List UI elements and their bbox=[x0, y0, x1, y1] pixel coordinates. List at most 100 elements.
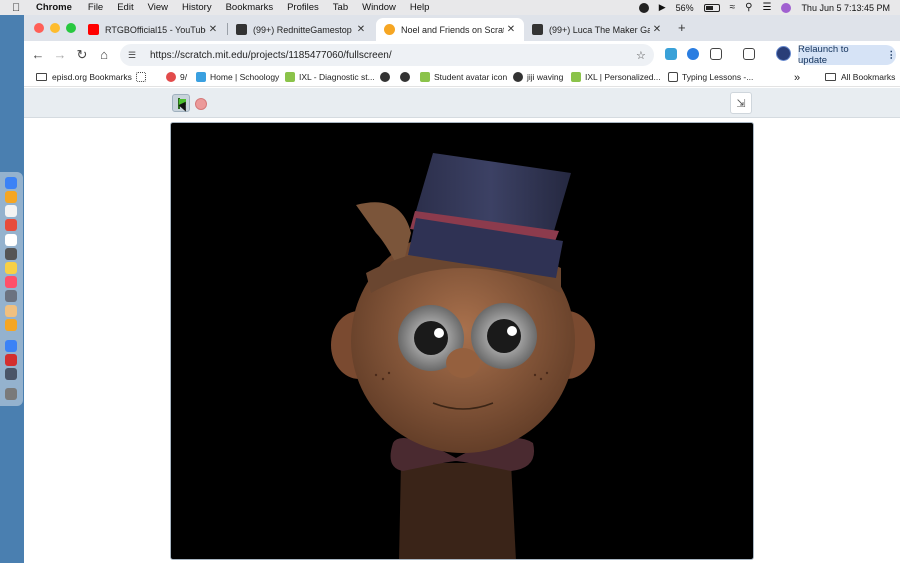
character-right-pupil bbox=[487, 319, 521, 353]
bookmark-label: IXL - Diagnostic st... bbox=[299, 72, 375, 82]
relaunch-label: Relaunch to update bbox=[798, 44, 849, 66]
menu-profiles[interactable]: Profiles bbox=[287, 2, 319, 13]
menubar-clock[interactable]: Thu Jun 5 7:13:45 PM bbox=[801, 3, 890, 13]
character-left-pupil bbox=[414, 321, 448, 355]
window-controls bbox=[34, 23, 76, 33]
stop-button[interactable] bbox=[195, 98, 207, 110]
more-bookmarks-chevron-icon[interactable]: » bbox=[794, 72, 800, 84]
close-window-button[interactable] bbox=[34, 23, 44, 33]
tab-luca[interactable]: (99+) Luca The Maker Games ✕ bbox=[524, 18, 670, 41]
menu-tab[interactable]: Tab bbox=[333, 2, 348, 13]
apps-grid-icon bbox=[136, 72, 146, 82]
status-area: ▶ 56% ≈ ⚲ ☰ Thu Jun 5 7:13:45 PM bbox=[638, 0, 890, 15]
close-tab-icon[interactable]: ✕ bbox=[354, 24, 368, 35]
tab-title: RTGBOfficial15 - YouTube bbox=[105, 24, 206, 35]
bookmark-label: jiji waving bbox=[527, 72, 564, 82]
menu-window[interactable]: Window bbox=[362, 2, 396, 13]
dock-app-icon[interactable] bbox=[5, 205, 17, 217]
extension-icon[interactable] bbox=[665, 48, 677, 60]
stage-canvas bbox=[331, 153, 595, 559]
all-bookmarks-label: All Bookmarks bbox=[841, 72, 896, 82]
bookmark-schoology[interactable]: Home | Schoology bbox=[196, 72, 279, 82]
globe-icon bbox=[400, 72, 410, 82]
home-icon[interactable]: ⌂ bbox=[96, 47, 112, 62]
close-tab-icon[interactable]: ✕ bbox=[504, 24, 518, 35]
youtube-icon bbox=[88, 24, 99, 35]
tab-title: (99+) Luca The Maker Games bbox=[549, 24, 650, 35]
scratch-stage[interactable] bbox=[170, 122, 754, 560]
scratch-player-controls: ⇲ bbox=[24, 88, 900, 118]
menu-bookmarks[interactable]: Bookmarks bbox=[226, 2, 274, 13]
schoology-icon bbox=[196, 72, 206, 82]
profile-avatar[interactable] bbox=[776, 46, 791, 61]
record-icon[interactable] bbox=[638, 2, 649, 13]
exit-fullscreen-button[interactable]: ⇲ bbox=[730, 92, 752, 114]
siri-icon[interactable] bbox=[781, 2, 792, 13]
dock-app-icon[interactable] bbox=[5, 234, 17, 246]
play-icon[interactable]: ▶ bbox=[659, 2, 666, 13]
extension-icon[interactable] bbox=[687, 48, 699, 60]
menu-edit[interactable]: Edit bbox=[117, 2, 133, 13]
battery-icon[interactable] bbox=[703, 3, 720, 12]
menu-history[interactable]: History bbox=[182, 2, 212, 13]
bookmark-jiji[interactable]: jiji waving bbox=[513, 72, 563, 82]
minimize-window-button[interactable] bbox=[50, 23, 60, 33]
dock-settings-icon[interactable] bbox=[5, 290, 17, 302]
search-icon[interactable]: ⚲ bbox=[745, 2, 752, 13]
dock-music-icon[interactable] bbox=[5, 276, 17, 288]
menu-help[interactable]: Help bbox=[410, 2, 430, 13]
tab-title: (99+) RednitteGamestop (@4 bbox=[253, 24, 354, 35]
dock-app-icon[interactable] bbox=[5, 354, 17, 366]
menu-file[interactable]: File bbox=[88, 2, 103, 13]
bookmark-ixl-personalized[interactable]: IXL | Personalized... bbox=[571, 72, 661, 82]
wifi-icon[interactable]: ≈ bbox=[730, 2, 736, 13]
more-menu-icon[interactable]: ⋮ bbox=[887, 50, 897, 61]
bookmark-globe-2[interactable] bbox=[400, 72, 414, 82]
dock-finder-icon[interactable] bbox=[5, 177, 17, 189]
url-text[interactable]: https://scratch.mit.edu/projects/1185477… bbox=[150, 50, 636, 61]
dock bbox=[0, 172, 23, 406]
new-tab-button[interactable]: + bbox=[678, 20, 686, 35]
all-bookmarks-folder[interactable]: All Bookmarks bbox=[825, 72, 895, 82]
extensions-puzzle-icon[interactable] bbox=[710, 48, 722, 60]
bookmark-label: Typing Lessons -... bbox=[682, 72, 754, 82]
site-info-icon[interactable]: ☰ bbox=[128, 50, 142, 61]
close-tab-icon[interactable]: ✕ bbox=[206, 24, 220, 35]
apple-menu-icon[interactable]:  bbox=[12, 2, 26, 14]
forward-icon[interactable]: → bbox=[52, 47, 68, 62]
tab-strip: RTGBOfficial15 - YouTube ✕ (99+) Rednitt… bbox=[24, 15, 900, 41]
back-icon[interactable]: ← bbox=[30, 47, 46, 62]
bookmark-typing[interactable]: Typing Lessons -... bbox=[668, 72, 753, 82]
dock-app-icon[interactable] bbox=[5, 319, 17, 331]
bookmark-student-avatar[interactable]: Student avatar icon bbox=[420, 72, 507, 82]
tab-youtube[interactable]: RTGBOfficial15 - YouTube ✕ bbox=[80, 18, 226, 41]
menu-app-name[interactable]: Chrome bbox=[36, 2, 72, 13]
dock-app-icon[interactable] bbox=[5, 248, 17, 260]
tab-title: Noel and Friends on Scratch bbox=[401, 24, 504, 35]
control-center-icon[interactable]: ☰ bbox=[762, 2, 771, 13]
bookmark-episd-folder[interactable]: episd.org Bookmarks bbox=[36, 72, 132, 82]
bookmark-9[interactable]: 9/ bbox=[166, 72, 187, 82]
bookmark-apps[interactable] bbox=[136, 72, 150, 82]
dock-app-icon[interactable] bbox=[5, 262, 17, 274]
menu-view[interactable]: View bbox=[148, 2, 168, 13]
dock-app-icon[interactable] bbox=[5, 368, 17, 380]
dock-app-icon[interactable] bbox=[5, 305, 17, 317]
bookmark-star-icon[interactable]: ☆ bbox=[636, 49, 654, 62]
ixl-icon bbox=[571, 72, 581, 82]
dock-app-icon[interactable] bbox=[5, 191, 17, 203]
address-bar[interactable]: ☰ https://scratch.mit.edu/projects/11854… bbox=[120, 44, 654, 66]
dock-app-icon[interactable] bbox=[5, 340, 17, 352]
relaunch-button[interactable]: Relaunch to update ⋮ bbox=[798, 44, 897, 66]
tab-rednitte[interactable]: (99+) RednitteGamestop (@4 ✕ bbox=[228, 18, 374, 41]
bookmark-ixl-diagnostic[interactable]: IXL - Diagnostic st... bbox=[285, 72, 375, 82]
bookmark-globe-1[interactable] bbox=[380, 72, 394, 82]
close-tab-icon[interactable]: ✕ bbox=[650, 24, 664, 35]
cast-icon[interactable] bbox=[743, 48, 755, 60]
dock-chrome-icon[interactable] bbox=[5, 219, 17, 231]
reload-icon[interactable]: ↻ bbox=[74, 47, 90, 63]
bookmark-label: Student avatar icon bbox=[434, 72, 508, 82]
dock-trash-icon[interactable] bbox=[5, 388, 17, 400]
tab-scratch-active[interactable]: Noel and Friends on Scratch ✕ bbox=[376, 18, 524, 41]
zoom-window-button[interactable] bbox=[66, 23, 76, 33]
